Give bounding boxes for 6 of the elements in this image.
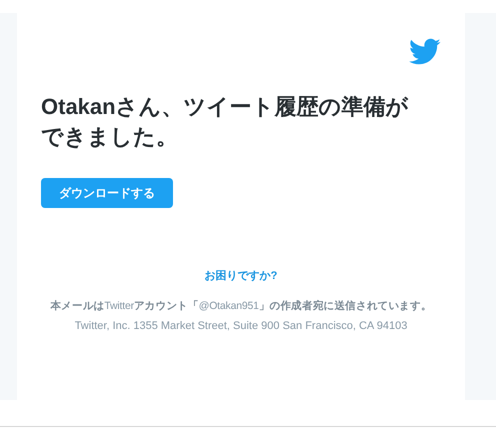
headline: Otakanさん、ツイート履歴の準備ができました。 xyxy=(41,93,410,151)
footer-notice: 本メールはTwitterアカウント「@Otakan951」の作成者宛に送信されています。 xyxy=(50,299,432,313)
bird-icon xyxy=(409,38,441,66)
help-link[interactable]: お困りですか? xyxy=(204,268,278,283)
footer-address: Twitter, Inc. 1355 Market Street, Suite 900 San Francisco, CA 94103 xyxy=(74,320,408,332)
download-button[interactable]: ダウンロードする xyxy=(41,178,173,208)
